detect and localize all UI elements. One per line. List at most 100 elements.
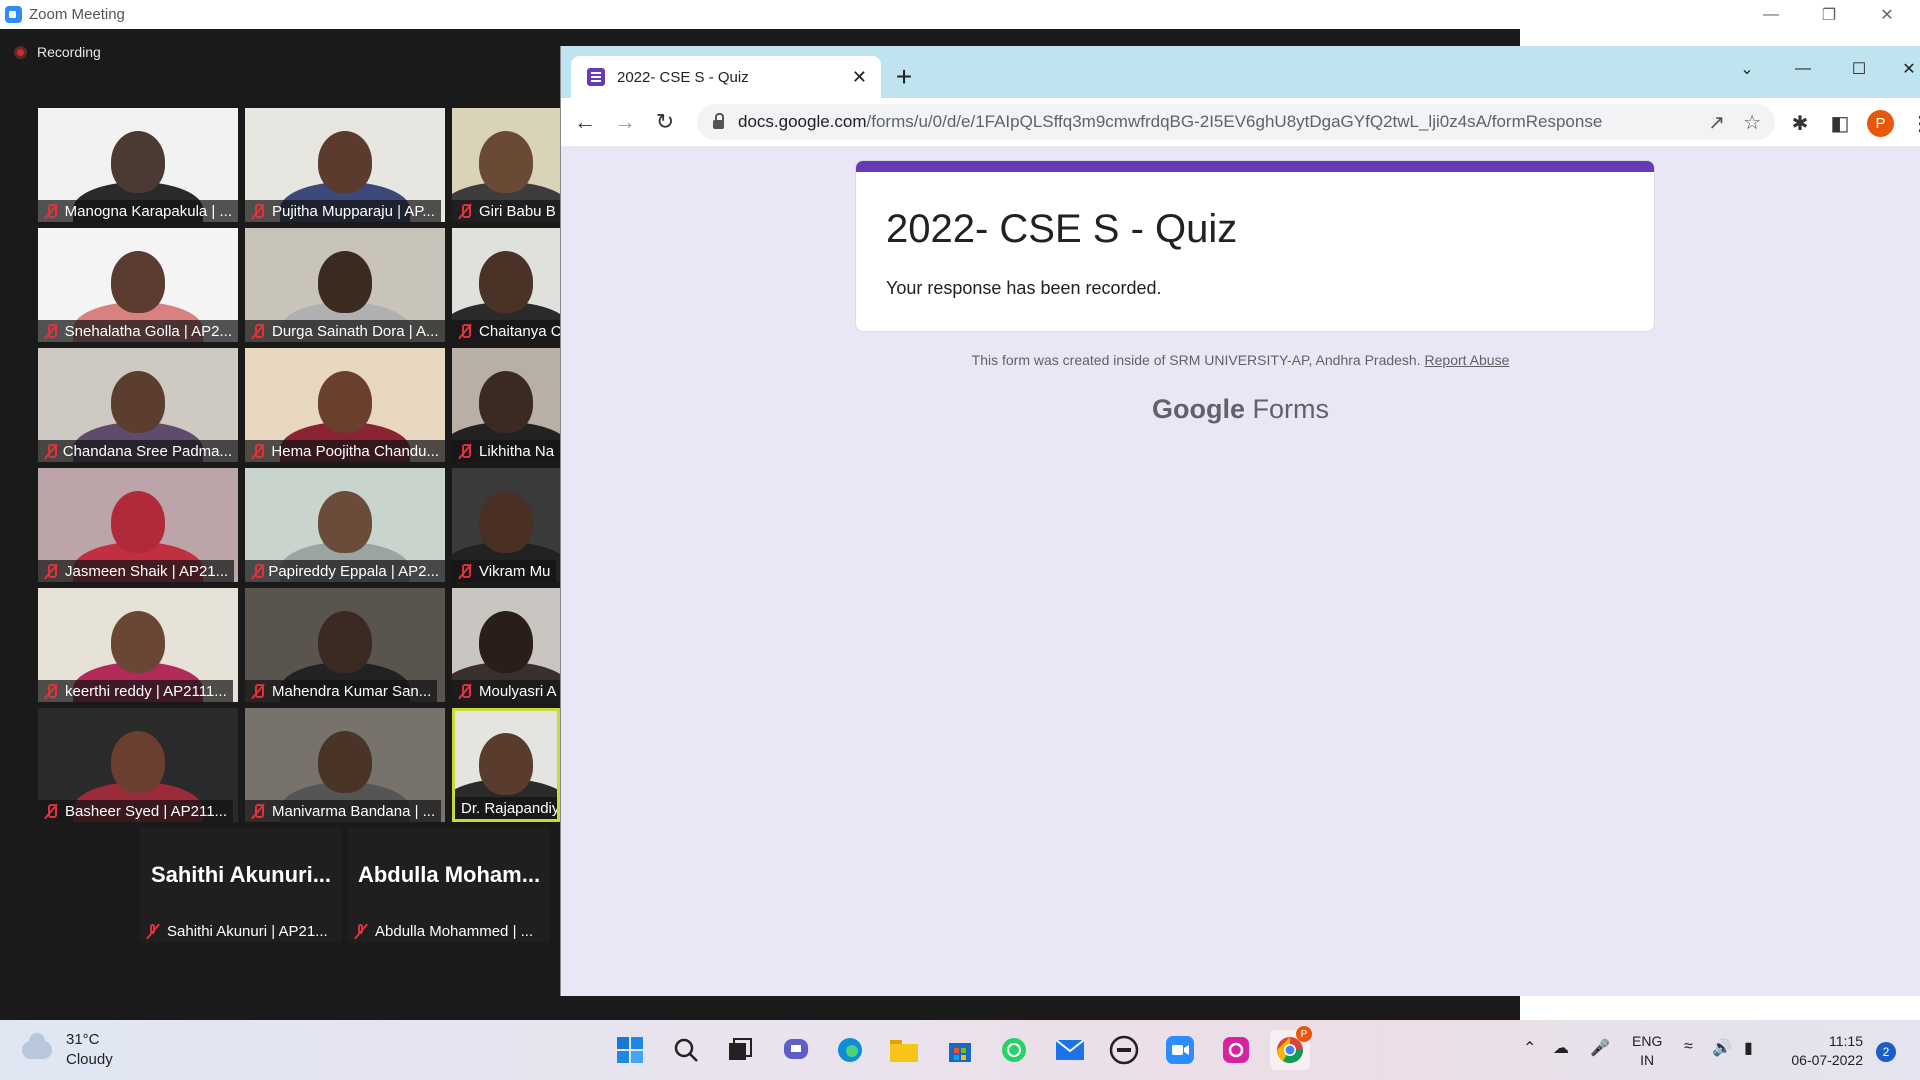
tab-close-icon[interactable]: ✕ (852, 67, 867, 88)
onedrive-cloud-icon[interactable]: ☁ (1553, 1038, 1569, 1058)
notification-badge[interactable]: 2 (1876, 1042, 1896, 1062)
participant-name: Snehalatha Golla | AP2... (64, 322, 232, 340)
participant-face (479, 490, 533, 553)
form-accent-bar (856, 161, 1654, 172)
participant-name: Vikram Mu (479, 562, 551, 580)
zoom-minimize-button[interactable]: — (1742, 0, 1800, 29)
task-view-icon[interactable] (720, 1030, 760, 1070)
participant-label: Vikram Mu (452, 560, 557, 582)
microphone-icon[interactable]: 🎤 (1590, 1038, 1610, 1058)
language-indicator[interactable]: ENG IN (1632, 1032, 1662, 1070)
zoom-app-icon[interactable] (1160, 1030, 1200, 1070)
battery-icon[interactable]: ▮ (1744, 1038, 1753, 1058)
muted-mic-icon (251, 203, 264, 219)
participant-video-tile[interactable]: Giri Babu B (452, 108, 560, 222)
google-forms-logo[interactable]: Google Forms (561, 394, 1920, 425)
participant-video-tile[interactable]: Durga Sainath Dora | A... (245, 228, 445, 342)
tab-quiz[interactable]: 2022- CSE S - Quiz ✕ (571, 56, 881, 98)
back-arrow-icon[interactable]: ← (565, 102, 605, 142)
participant-video-tile[interactable]: Papireddy Eppala | AP2... (245, 468, 445, 582)
url-path: /forms/u/0/d/e/1FAIpQLSffq3m9cmwfrdqBG-2… (866, 112, 1603, 131)
muted-mic-icon (251, 443, 265, 459)
participant-video-tile[interactable]: Pujitha Mupparaju | AP... (245, 108, 445, 222)
participant-name: Manogna Karapakula | ... (64, 202, 232, 220)
reload-icon[interactable]: ↻ (645, 102, 685, 142)
participant-face (318, 130, 372, 193)
extensions-puzzle-icon[interactable]: ✱ (1785, 108, 1815, 138)
participant-video-tile[interactable]: Hema Poojitha Chandu... (245, 348, 445, 462)
bookmark-star-icon[interactable]: ☆ (1743, 110, 1761, 135)
show-hidden-icons-chevron-up-icon[interactable]: ⌃ (1523, 1038, 1536, 1058)
participant-label: Pujitha Mupparaju | AP... (245, 200, 441, 222)
address-bar[interactable]: docs.google.com/forms/u/0/d/e/1FAIpQLSff… (697, 104, 1775, 140)
chrome-menu-kebab-icon[interactable]: ⋮ (1905, 108, 1920, 138)
search-icon[interactable] (666, 1030, 706, 1070)
forward-arrow-icon[interactable]: → (605, 102, 645, 142)
url-text[interactable]: docs.google.com/forms/u/0/d/e/1FAIpQLSff… (738, 112, 1602, 132)
profile-avatar[interactable]: P (1867, 110, 1894, 137)
mail-icon[interactable] (1050, 1030, 1090, 1070)
participant-face (479, 250, 533, 313)
form-title: 2022- CSE S - Quiz (886, 207, 1238, 251)
dell-icon[interactable] (1104, 1030, 1144, 1070)
participant-video-tile[interactable]: Snehalatha Golla | AP2... (38, 228, 238, 342)
teams-chat-icon[interactable] (776, 1030, 816, 1070)
muted-mic-icon (354, 923, 368, 939)
microsoft-store-icon[interactable] (940, 1030, 980, 1070)
instagram-icon[interactable] (1216, 1030, 1256, 1070)
participant-video-tile[interactable]: Chandana Sree Padma... (38, 348, 238, 462)
participant-tile-no-video[interactable]: Sahithi Akunuri... Sahithi Akunuri | AP2… (140, 828, 342, 942)
chrome-maximize-button[interactable]: ☐ (1831, 54, 1887, 84)
recording-indicator[interactable]: Recording (14, 44, 101, 60)
participant-label: Snehalatha Golla | AP2... (38, 320, 238, 342)
participant-face (111, 130, 165, 193)
participant-name: Dr. Rajapandiy (461, 799, 560, 817)
weather-widget[interactable]: 31°C Cloudy (22, 1030, 113, 1070)
clock[interactable]: 11:15 06-07-2022 (1783, 1032, 1863, 1070)
participant-tile-no-video[interactable]: Abdulla Moham... Abdulla Mohammed | ... (348, 828, 550, 942)
side-panel-icon[interactable]: ◧ (1825, 108, 1855, 138)
participant-label: Sahithi Akunuri | AP21... (140, 920, 334, 942)
participant-label: Mahendra Kumar San... (245, 680, 438, 702)
lock-icon[interactable] (713, 113, 724, 129)
participant-video-tile[interactable]: Dr. Rajapandiy (452, 708, 560, 822)
form-page: 2022- CSE S - Quiz Your response has bee… (561, 146, 1920, 996)
participant-display-name: Abdulla Moham... (357, 862, 541, 887)
participant-video-tile[interactable]: Manivarma Bandana | ... (245, 708, 445, 822)
participant-face (111, 610, 165, 673)
chrome-taskbar-icon[interactable]: P (1270, 1026, 1312, 1070)
share-icon[interactable]: ↗ (1708, 110, 1725, 135)
zoom-close-button[interactable]: ✕ (1858, 0, 1916, 29)
participant-name: keerthi reddy | AP2111... (65, 682, 227, 700)
volume-icon[interactable]: 🔊 (1712, 1038, 1732, 1058)
wifi-icon[interactable]: ≈ (1684, 1038, 1693, 1056)
participant-video-tile[interactable]: Vikram Mu (452, 468, 560, 582)
zoom-titlebar: Zoom Meeting — ❐ ✕ (0, 0, 1920, 29)
chrome-close-button[interactable]: ✕ (1881, 54, 1920, 84)
participant-video-tile[interactable]: Jasmeen Shaik | AP21... (38, 468, 238, 582)
participant-name: Jasmeen Shaik | AP21... (65, 562, 229, 580)
zoom-restore-button[interactable]: ❐ (1800, 0, 1858, 29)
participant-label: Moulyasri A (452, 680, 560, 702)
participant-video-tile[interactable]: Basheer Syed | AP211... (38, 708, 238, 822)
participant-display-name: Sahithi Akunuri... (150, 862, 332, 887)
report-abuse-link[interactable]: Report Abuse (1425, 352, 1510, 368)
participant-label: Manivarma Bandana | ... (245, 800, 442, 822)
whatsapp-icon[interactable] (994, 1030, 1034, 1070)
tab-search-chevron-down-icon[interactable]: ⌄ (1719, 54, 1775, 84)
participant-video-tile[interactable]: Likhitha Na (452, 348, 560, 462)
edge-browser-icon[interactable] (830, 1030, 870, 1070)
new-tab-button[interactable]: + (887, 60, 921, 94)
language-code: ENG (1632, 1033, 1663, 1049)
participant-label: Dr. Rajapandiy (455, 797, 560, 819)
participant-video-tile[interactable]: Chaitanya C (452, 228, 560, 342)
chrome-minimize-button[interactable]: — (1775, 54, 1831, 84)
participant-video-tile[interactable]: Manogna Karapakula | ... (38, 108, 238, 222)
start-button-windows-icon[interactable] (610, 1030, 650, 1070)
participant-face (318, 490, 372, 553)
participant-video-tile[interactable]: keerthi reddy | AP2111... (38, 588, 238, 702)
chrome-profile-badge: P (1296, 1026, 1312, 1042)
participant-video-tile[interactable]: Mahendra Kumar San... (245, 588, 445, 702)
participant-video-tile[interactable]: Moulyasri A (452, 588, 560, 702)
file-explorer-folder-icon[interactable] (884, 1030, 924, 1070)
